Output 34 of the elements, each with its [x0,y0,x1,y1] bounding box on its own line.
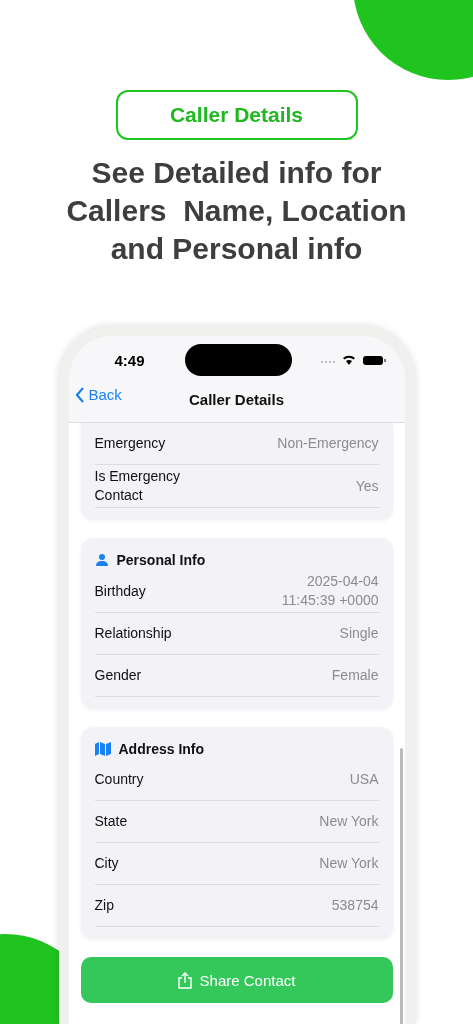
feature-badge: Caller Details [115,90,358,140]
share-contact-button[interactable]: Share Contact [80,957,393,1003]
field-value: New York [319,812,379,831]
battery-icon [362,356,386,365]
card-title: Personal Info [116,552,206,568]
field-label: City [94,854,119,873]
map-icon [94,742,111,756]
wifi-icon [342,355,355,365]
field-value: Non-Emergency [277,434,379,453]
field-value: USA [349,770,379,789]
field-label: Relationship [94,624,172,643]
person-icon [94,553,109,567]
field-label: State [94,812,128,831]
field-value: 2025-04-04 11:45:39 +0000 [280,572,379,610]
field-label: Zip [94,896,114,915]
share-icon [177,971,192,989]
field-label: Birthday [94,581,146,601]
field-value: Female [331,666,379,685]
headline: and Personal info [110,231,363,267]
card-title: Address Info [118,741,205,757]
screen-title: Caller Details [188,390,284,408]
headline: Callers Name, Location [66,193,407,229]
field-label: Gender [94,666,142,685]
field-value: New York [319,854,379,873]
field-value: Single [339,624,379,643]
field-value: Yes [355,476,379,496]
field-label: Emergency [94,434,166,453]
field-value: 538754 [331,896,379,915]
status-time: 4:49 [114,351,145,369]
field-label: Country [94,770,144,789]
headline: See Detailed info for [91,155,382,191]
back-button[interactable]: Back [74,386,122,403]
field-label: Is Emergency Contact [94,467,182,505]
chevron-left-icon [74,386,85,403]
